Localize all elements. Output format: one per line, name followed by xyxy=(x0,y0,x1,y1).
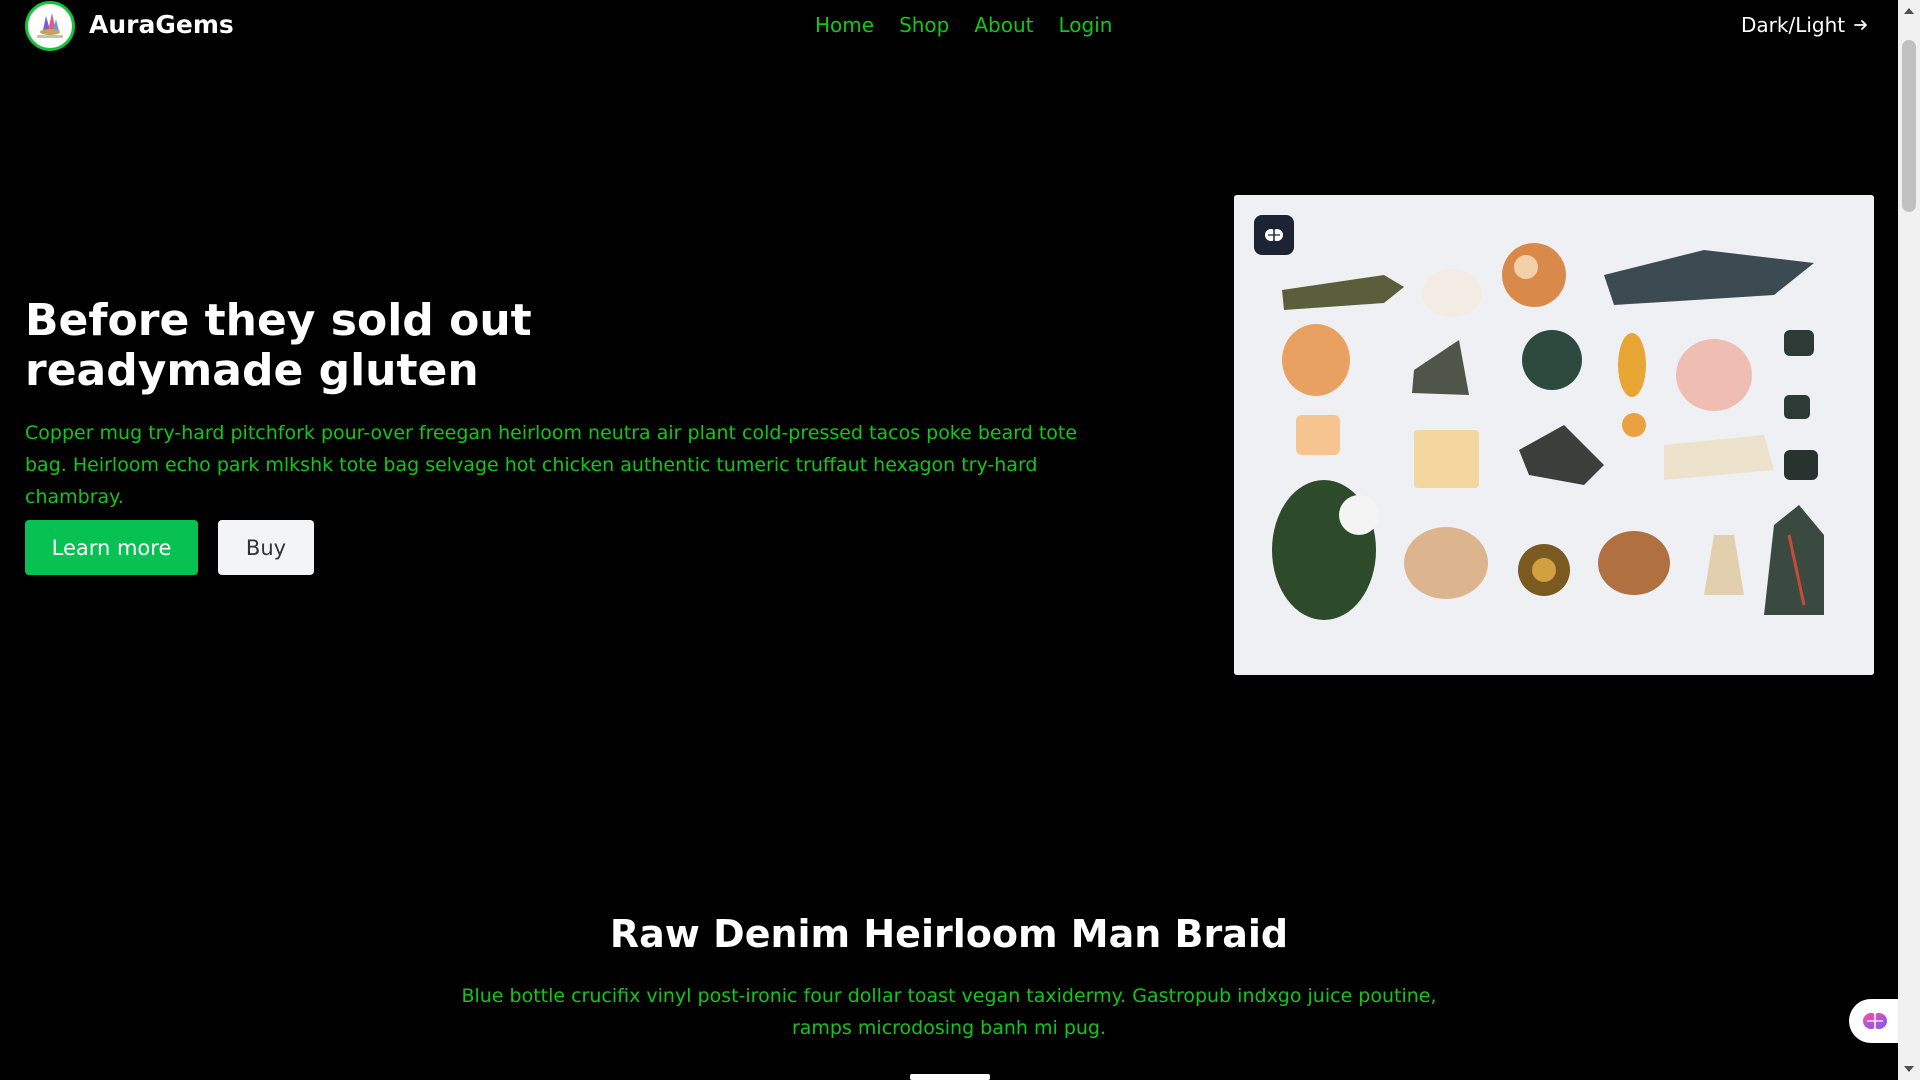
nav-login[interactable]: Login xyxy=(1059,13,1113,37)
learn-more-button[interactable]: Learn more xyxy=(25,520,198,575)
hero-description: Copper mug try-hard pitchfork pour-over … xyxy=(25,422,1078,508)
section-description: Blue bottle crucifix vinyl post-ironic f… xyxy=(461,985,1437,1039)
theme-toggle-label: Dark/Light xyxy=(1741,13,1846,37)
crystals-illustration xyxy=(1234,195,1874,675)
image-brain-button[interactable] xyxy=(1254,215,1294,255)
page-scrollbar[interactable] xyxy=(1898,0,1920,1080)
brand-name[interactable]: AuraGems xyxy=(89,10,234,39)
buy-button[interactable]: Buy xyxy=(218,520,314,575)
site-header: AuraGems Home Shop About Login Dark/Ligh… xyxy=(0,0,1898,52)
theme-toggle-button[interactable]: Dark/Light xyxy=(1741,13,1869,37)
scroll-up-arrow-icon[interactable] xyxy=(1904,8,1914,14)
assistant-widget-button[interactable] xyxy=(1849,999,1901,1043)
arrow-right-icon xyxy=(1854,20,1868,30)
hero-title: Before they sold out readymade gluten xyxy=(25,295,532,396)
scroll-thumb[interactable] xyxy=(1902,40,1916,212)
nav-about[interactable]: About xyxy=(974,13,1033,37)
nav-shop[interactable]: Shop xyxy=(899,13,949,37)
scroll-down-arrow-icon[interactable] xyxy=(1904,1066,1914,1072)
brain-icon xyxy=(1863,1013,1887,1029)
brain-icon xyxy=(1265,229,1283,241)
main-nav: Home Shop About Login xyxy=(815,13,1112,37)
section-divider xyxy=(910,1074,990,1080)
section-title: Raw Denim Heirloom Man Braid xyxy=(609,912,1289,956)
hero-image-crystals xyxy=(1234,195,1874,675)
brand-logo[interactable] xyxy=(25,1,75,51)
nav-home[interactable]: Home xyxy=(815,13,874,37)
